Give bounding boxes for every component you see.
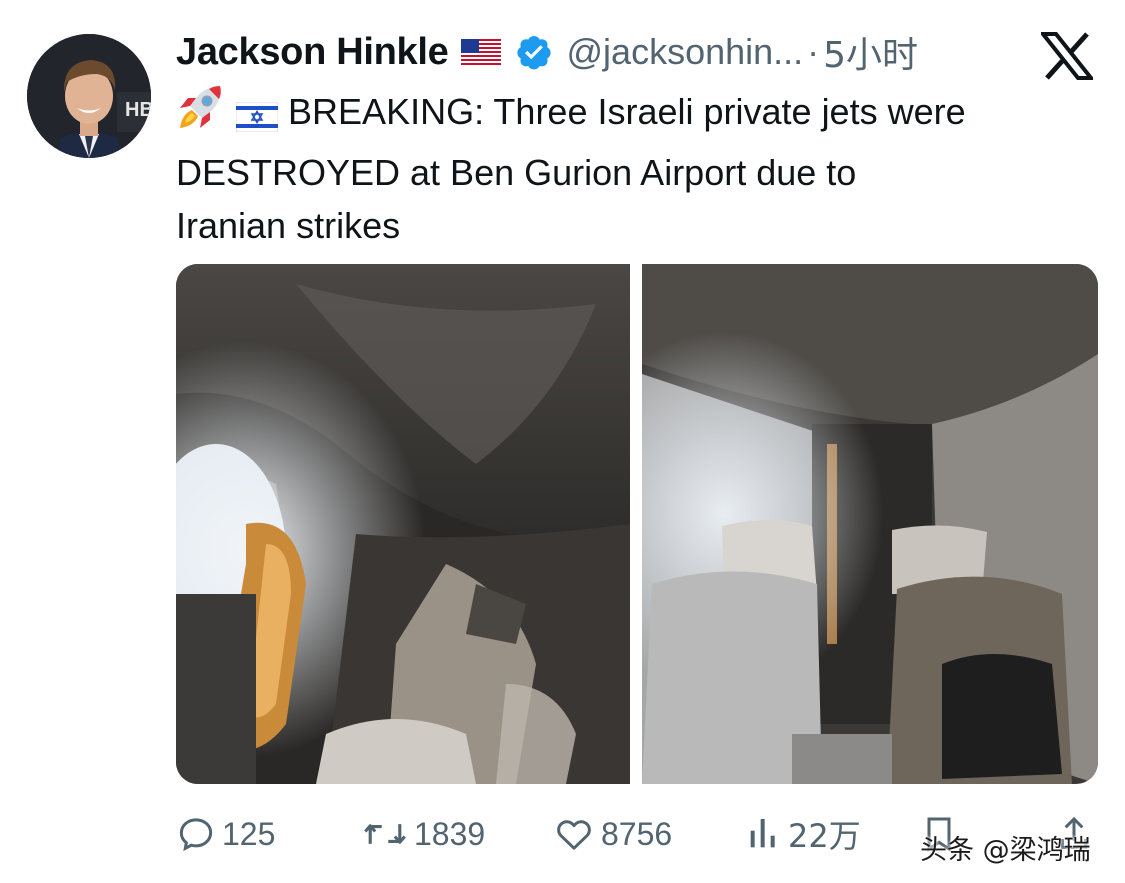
rocket-emoji (176, 82, 226, 146)
repost-icon (364, 824, 406, 844)
views-button[interactable]: 22万 (746, 806, 861, 862)
heart-icon (557, 820, 591, 850)
tweet-header: Jackson Hinkle @jacksonhin... · 5小时 (176, 24, 1016, 80)
repost-count: 1839 (414, 815, 486, 852)
timestamp[interactable]: 5小时 (823, 26, 918, 78)
tweet-text-line: BREAKING: Three Israeli private jets wer… (288, 91, 966, 132)
verified-badge-icon[interactable] (515, 33, 553, 71)
author-avatar[interactable]: HB (27, 34, 151, 158)
like-count: 8756 (601, 815, 673, 852)
tweet-line-1: BREAKING: Three Israeli private jets wer… (176, 82, 1106, 146)
author-handle[interactable]: @jacksonhin... (567, 31, 804, 73)
burned-jet-cabin-left-image[interactable] (176, 264, 630, 784)
reply-icon (179, 818, 213, 852)
x-logo-icon[interactable] (1038, 32, 1096, 80)
tweet-text: BREAKING: Three Israeli private jets wer… (176, 82, 1106, 252)
israel-flag-emoji (235, 93, 279, 146)
separator-dot: · (807, 31, 820, 72)
us-flag-emoji (460, 39, 501, 65)
repost-button[interactable]: 1839 (362, 806, 485, 862)
like-button[interactable]: 8756 (553, 806, 672, 862)
tweet-text-line: Iranian strikes (176, 205, 401, 246)
burned-jet-cabin-right-image[interactable] (642, 264, 1098, 784)
tweet-text-line: DESTROYED at Ben Gurion Airport due to (176, 152, 857, 193)
views-icon (750, 819, 775, 848)
svg-text:HB: HB (125, 99, 151, 121)
tweet-media-grid (176, 264, 1098, 784)
watermark-text: 头条 @梁鸿瑞 (920, 835, 1091, 866)
reply-button[interactable]: 125 (176, 806, 275, 862)
views-count: 22万 (788, 817, 861, 855)
author-name[interactable]: Jackson Hinkle (176, 31, 449, 74)
reply-count: 125 (222, 815, 276, 852)
